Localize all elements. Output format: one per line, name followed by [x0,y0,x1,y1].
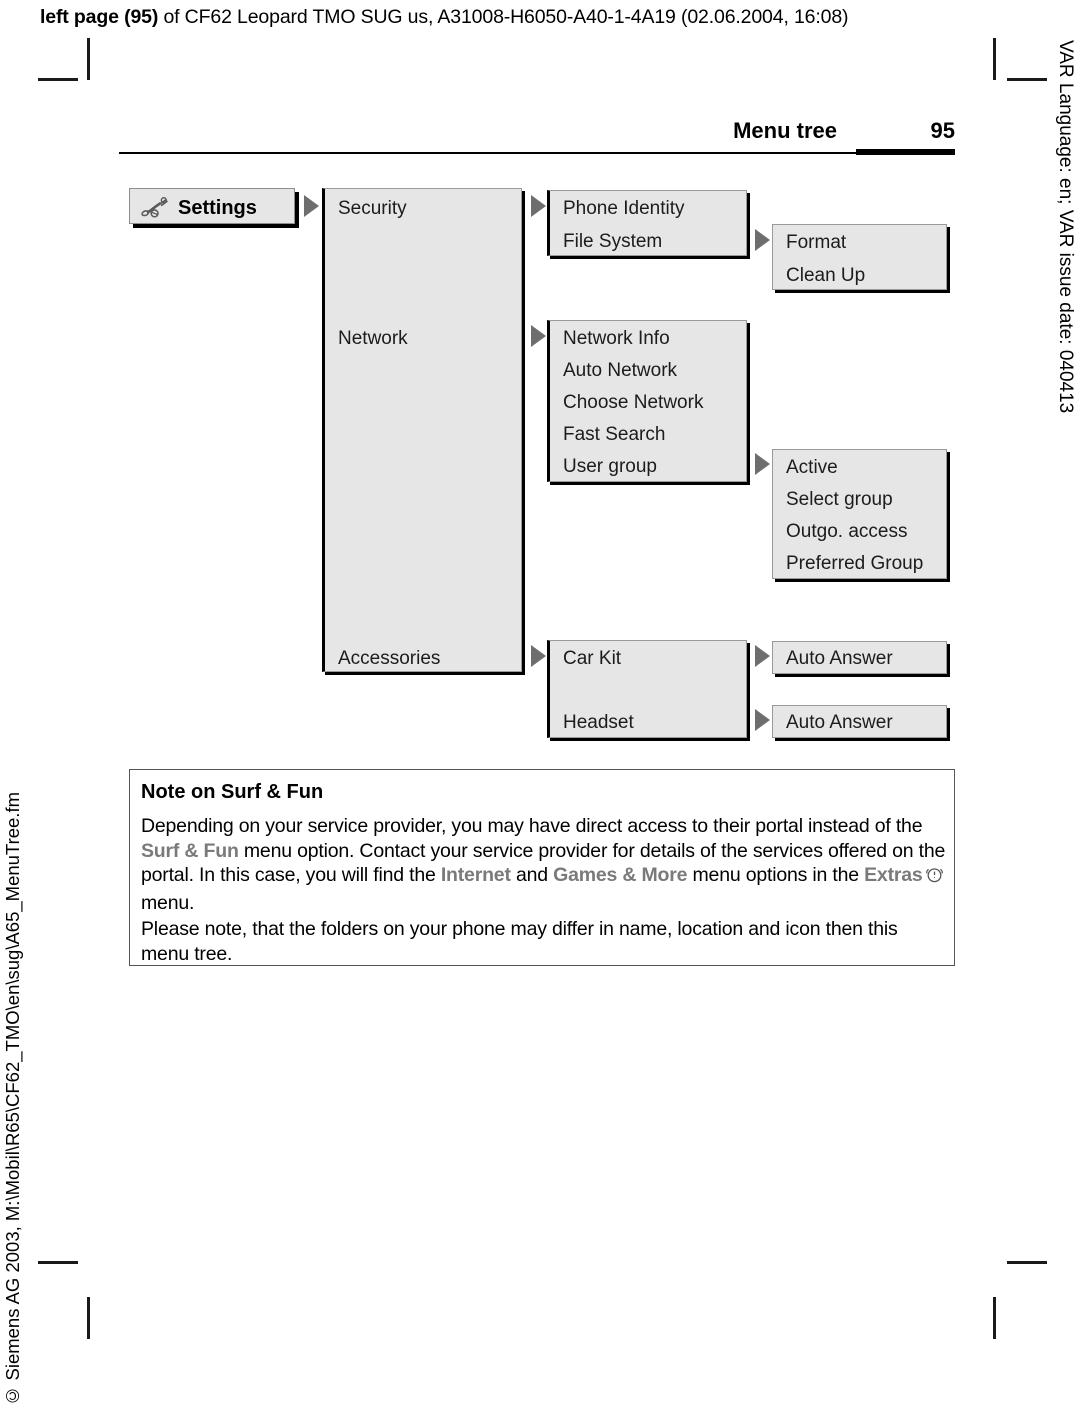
note-title: Note on Surf & Fun [141,781,324,803]
menu-item-network[interactable]: Network [338,329,408,348]
menu-item-select-group[interactable]: Select group [786,490,893,509]
print-header-bold: left page (95) [40,6,159,28]
page-number: 95 [930,118,955,143]
arrow-settings-to-level1 [304,195,319,217]
submenu-headset: Auto Answer [772,705,947,738]
note-p1-text-c: and [510,864,554,886]
crop-mark-top-left-vertical [87,38,90,80]
menu-item-active[interactable]: Active [786,458,838,477]
note-paragraph-2: Please note, that the folders on your ph… [141,918,898,965]
note-keyword-extras: Extras [864,864,923,886]
note-p1-text-e: menu. [141,891,195,914]
menu-item-auto-answer-car-kit[interactable]: Auto Answer [786,649,893,668]
print-header-rest: of CF62 Leopard TMO SUG us, A31008-H6050… [158,6,849,28]
submenu-accessories: Car Kit Headset [547,640,747,738]
submenu-car-kit: Auto Answer [772,641,947,674]
header-rule-thin [119,152,856,154]
note-paragraph-1: Depending on your service provider, you … [141,814,946,915]
menu-item-clean-up[interactable]: Clean Up [786,266,865,285]
arrow-user-group-to-submenu [755,453,770,475]
menu-item-format[interactable]: Format [786,233,846,252]
menu-column-level1: Security Network Accessories [322,188,522,672]
note-keyword-games-and-more: Games & More [553,864,688,886]
note-keyword-internet: Internet [440,864,511,886]
note-p1-text-d: menu options in the [687,864,865,886]
menu-item-security[interactable]: Security [338,199,407,218]
page-title: Menu tree [733,118,837,143]
menu-item-phone-identity[interactable]: Phone Identity [563,199,684,218]
crop-mark-bottom-right-vertical [993,1297,996,1339]
menu-item-user-group[interactable]: User group [563,457,657,476]
page-header: Menu tree 95 [119,118,955,160]
menu-item-fast-search[interactable]: Fast Search [563,425,665,444]
menu-item-choose-network[interactable]: Choose Network [563,393,703,412]
crop-mark-top-right-horizontal [1007,78,1047,81]
arrow-accessories-to-submenu [531,645,546,667]
crop-mark-bottom-right-horizontal [1007,1261,1047,1264]
submenu-security: Phone Identity File System [547,190,747,256]
note-box: Note on Surf & Fun Depending on your ser… [129,769,955,966]
crop-mark-top-right-vertical [993,38,996,80]
submenu-network: Network Info Auto Network Choose Network… [547,320,747,482]
arrow-network-to-submenu [531,325,546,347]
wrench-icon [140,196,170,223]
copyright-sidenote: © Siemens AG 2003, M:\Mobil\R65\CF62_TMO… [2,792,23,1407]
arrow-headset-to-submenu [755,709,770,731]
note-p1-text-a: Depending on your service provider, you … [141,815,923,837]
menu-item-network-info[interactable]: Network Info [563,329,670,348]
menu-node-settings-label: Settings [178,197,257,219]
menu-item-accessories[interactable]: Accessories [338,649,440,668]
note-keyword-surf-and-fun: Surf & Fun [141,839,239,862]
arrow-car-kit-to-submenu [755,645,770,667]
menu-item-auto-answer-headset[interactable]: Auto Answer [786,713,893,732]
submenu-file-system: Format Clean Up [772,224,947,290]
header-rule-thick [856,149,955,155]
arrow-file-system-to-submenu [755,229,770,251]
crop-mark-bottom-left-horizontal [38,1261,78,1264]
menu-item-auto-network[interactable]: Auto Network [563,361,677,380]
menu-item-preferred-group[interactable]: Preferred Group [786,554,923,573]
menu-item-headset[interactable]: Headset [563,713,634,732]
print-header: left page (95) of CF62 Leopard TMO SUG u… [40,6,849,29]
menu-item-outgo-access[interactable]: Outgo. access [786,522,907,541]
crop-mark-top-left-horizontal [38,78,78,81]
menu-item-file-system[interactable]: File System [563,232,662,251]
menu-item-car-kit[interactable]: Car Kit [563,649,621,668]
menu-node-settings[interactable]: Settings [129,188,295,224]
submenu-user-group: Active Select group Outgo. access Prefer… [772,449,947,579]
crop-mark-bottom-left-vertical [87,1297,90,1339]
arrow-security-to-submenu [531,195,546,217]
alarm-clock-icon [925,865,944,891]
var-language-sidenote: VAR Language: en; VAR issue date: 040413 [1055,40,1076,414]
